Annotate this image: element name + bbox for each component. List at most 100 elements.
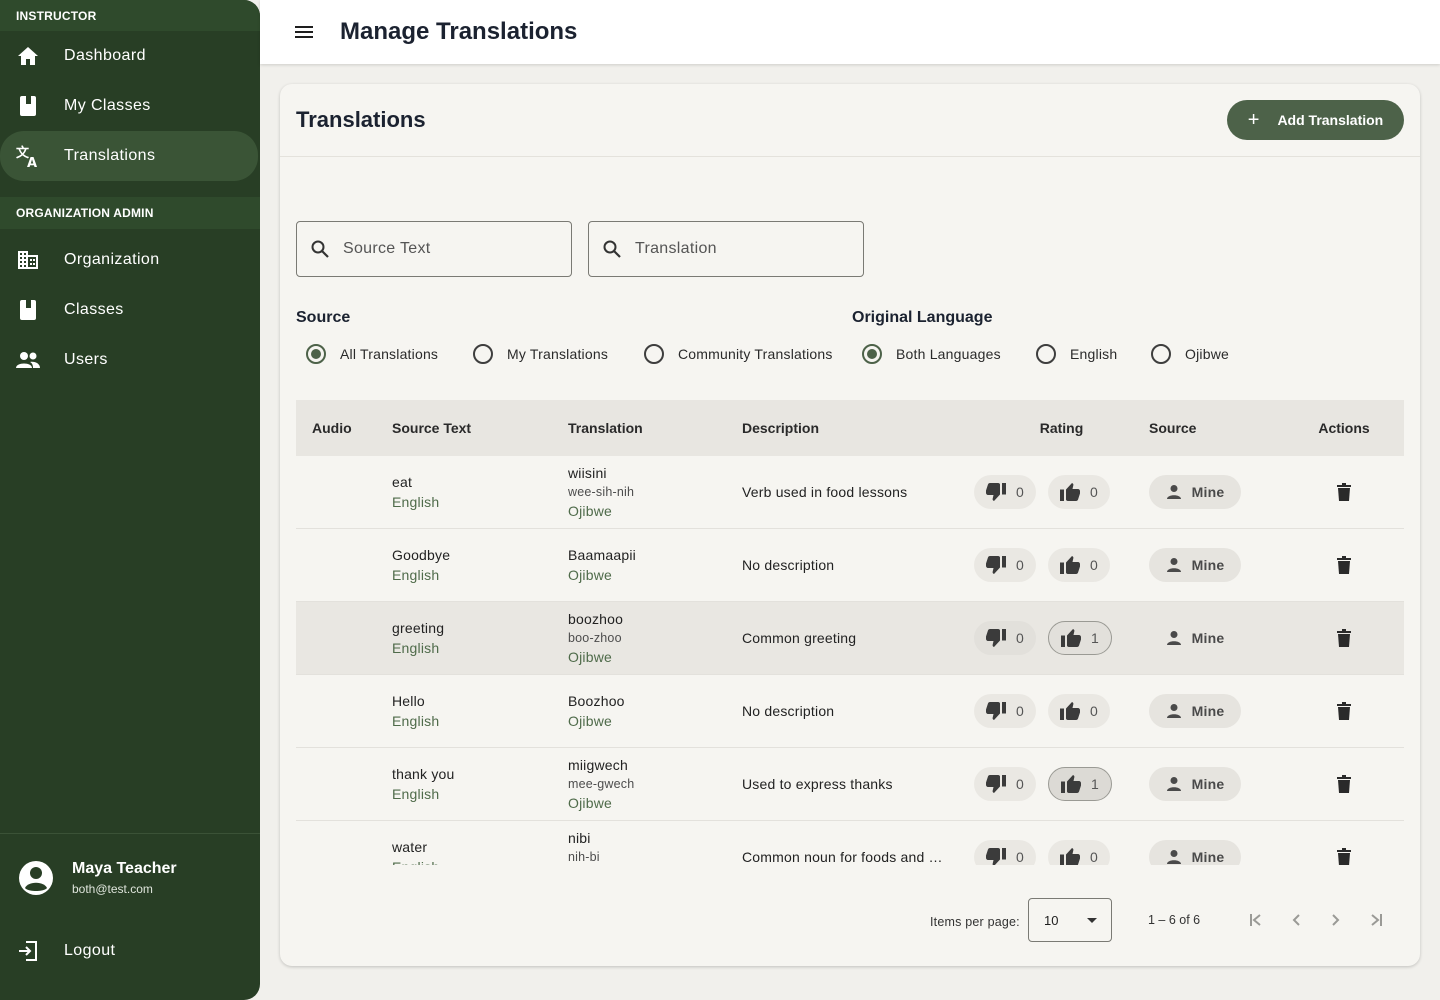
sidebar-item-users[interactable]: Users — [0, 335, 258, 385]
source-chip[interactable]: Mine — [1149, 475, 1241, 509]
downvote-button[interactable]: 0 — [974, 694, 1036, 728]
downvote-count: 0 — [1016, 703, 1024, 719]
table-row[interactable]: thank you English miigwech mee-gwech Ojibwe U… — [296, 748, 1404, 821]
translation-search-input[interactable]: Translation — [588, 221, 864, 277]
upvote-button[interactable]: 0 — [1048, 694, 1110, 728]
sidebar-item-organization[interactable]: Organization — [0, 235, 258, 285]
next-page-button[interactable] — [1324, 908, 1348, 932]
column-header-audio[interactable]: Audio — [296, 420, 392, 436]
downvote-button[interactable]: 0 — [974, 548, 1036, 582]
upvote-count: 0 — [1090, 849, 1098, 865]
downvote-button[interactable]: 0 — [974, 621, 1036, 655]
sidebar-item-classes[interactable]: Classes — [0, 285, 258, 335]
translation-placeholder: Translation — [635, 240, 717, 257]
source-text: Goodbye — [392, 547, 451, 563]
radio-both-languages[interactable]: Both Languages — [862, 344, 1001, 364]
source-text-cell: eat English — [392, 474, 568, 510]
source-chip[interactable]: Mine — [1149, 548, 1241, 582]
source-text: Hello — [392, 693, 425, 709]
last-page-button[interactable] — [1364, 908, 1388, 932]
radio-label: Ojibwe — [1185, 346, 1229, 362]
delete-icon — [1337, 848, 1351, 866]
pronunciation: wee-sih-nih — [568, 485, 635, 499]
radio-all-translations[interactable]: All Translations — [306, 344, 438, 364]
delete-button[interactable] — [1324, 472, 1364, 512]
thumb-up-icon — [1060, 483, 1080, 501]
source-language: English — [392, 567, 440, 583]
person-icon — [1166, 484, 1182, 500]
delete-icon — [1337, 702, 1351, 720]
thumb-down-icon — [986, 702, 1006, 720]
logout-button[interactable]: Logout — [0, 926, 258, 976]
column-header-description[interactable]: Description — [742, 420, 974, 436]
column-header-source-text[interactable]: Source Text — [392, 420, 568, 436]
previous-page-button[interactable] — [1284, 908, 1308, 932]
radio-checked-icon — [306, 344, 326, 364]
upvote-button[interactable]: 1 — [1048, 767, 1112, 801]
translation-text: nibi — [568, 830, 591, 846]
column-header-rating[interactable]: Rating — [974, 420, 1149, 436]
logout-label: Logout — [64, 942, 116, 959]
source-language: English — [392, 713, 440, 729]
source-chip[interactable]: Mine — [1149, 767, 1241, 801]
upvote-button[interactable]: 0 — [1048, 548, 1110, 582]
source-text: greeting — [392, 620, 445, 636]
table-row[interactable]: Goodbye English Baamaapii Ojibwe No descript… — [296, 529, 1404, 602]
table-row[interactable]: Hello English Boozhoo Ojibwe No description 0… — [296, 675, 1404, 748]
thumb-up-icon — [1060, 702, 1080, 720]
thumb-up-icon — [1060, 556, 1080, 574]
radio-community-translations[interactable]: Community Translations — [644, 344, 833, 364]
upvote-button[interactable]: 0 — [1048, 475, 1110, 509]
description-cell: Used to express thanks — [742, 776, 974, 792]
delete-button[interactable] — [1324, 618, 1364, 658]
source-text-cell: Hello English — [392, 693, 568, 729]
sidebar: INSTRUCTOR Dashboard My Classes 文A Trans… — [0, 0, 260, 1000]
description-cell: No description — [742, 557, 974, 573]
book-icon — [16, 298, 40, 322]
source-text-search-input[interactable]: Source Text — [296, 221, 572, 277]
column-header-source[interactable]: Source — [1149, 420, 1284, 436]
items-per-page-select[interactable]: 10 — [1028, 898, 1112, 942]
last-page-icon — [1369, 913, 1383, 927]
source-language: English — [392, 640, 440, 656]
table-row[interactable]: greeting English boozhoo boo-zhoo Ojibwe Comm… — [296, 602, 1404, 675]
person-icon — [1166, 630, 1182, 646]
first-page-button[interactable] — [1244, 908, 1268, 932]
radio-my-translations[interactable]: My Translations — [473, 344, 608, 364]
sidebar-item-translations[interactable]: 文A Translations — [0, 131, 258, 181]
downvote-button[interactable]: 0 — [974, 475, 1036, 509]
description-cell: No description — [742, 703, 974, 719]
user-profile: Maya Teacher both@test.com — [18, 860, 177, 896]
delete-button[interactable] — [1324, 764, 1364, 804]
sidebar-item-my-classes[interactable]: My Classes — [0, 81, 258, 131]
menu-button[interactable] — [280, 8, 328, 56]
source-chip[interactable]: Mine — [1149, 621, 1241, 655]
source-filter-label: Source — [296, 309, 351, 326]
description-text: Common greeting — [742, 630, 857, 646]
rating-cell: 01 — [974, 621, 1149, 655]
radio-ojibwe[interactable]: Ojibwe — [1151, 344, 1229, 364]
translation-language: Ojibwe — [568, 795, 612, 811]
column-header-translation[interactable]: Translation — [568, 420, 742, 436]
source-chip[interactable]: Mine — [1149, 694, 1241, 728]
translation-text: boozhoo — [568, 611, 624, 627]
sidebar-item-label: Translations — [64, 147, 156, 164]
person-icon — [1166, 776, 1182, 792]
description-text: No description — [742, 557, 835, 573]
radio-label: Community Translations — [678, 346, 833, 362]
chevron-right-icon — [1331, 913, 1341, 927]
translation-language: Ojibwe — [568, 649, 612, 665]
thumb-down-icon — [986, 483, 1006, 501]
radio-english[interactable]: English — [1036, 344, 1117, 364]
add-translation-button[interactable]: + Add Translation — [1227, 100, 1404, 140]
section-header-instructor: INSTRUCTOR — [0, 0, 260, 31]
downvote-button[interactable]: 0 — [974, 767, 1036, 801]
downvote-count: 0 — [1016, 630, 1024, 646]
actions-cell — [1284, 764, 1404, 804]
delete-button[interactable] — [1324, 691, 1364, 731]
table-row[interactable]: eat English wiisini wee-sih-nih Ojibwe Verb u… — [296, 456, 1404, 529]
sidebar-item-dashboard[interactable]: Dashboard — [0, 31, 258, 81]
upvote-button[interactable]: 1 — [1048, 621, 1112, 655]
translation-text: miigwech — [568, 757, 628, 773]
delete-button[interactable] — [1324, 545, 1364, 585]
